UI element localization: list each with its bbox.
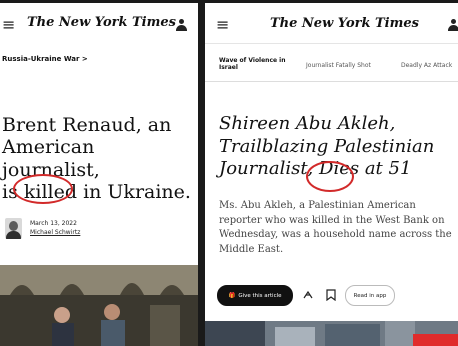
right-headline-line2: Trailblazing Palestinian	[219, 135, 435, 157]
topic-tabs: Wave of Violence in Israel Journalist Fa…	[205, 51, 458, 82]
tab-journalist-shot[interactable]: Journalist Fatally Shot	[306, 62, 371, 69]
right-article-screenshot: ≡ The New York Times Wave of Violence in…	[205, 3, 458, 346]
red-accent-bar	[413, 334, 458, 346]
byline: March 13, 2022 Michael Schwirtz	[30, 219, 80, 237]
tab-deadly-attack[interactable]: Deadly Az Attack	[401, 62, 452, 69]
left-header: ≡ The New York Times	[0, 3, 198, 43]
gift-icon: 🎁	[228, 292, 236, 299]
bookmark-icon	[325, 288, 336, 301]
menu-icon[interactable]: ≡	[2, 15, 15, 34]
author-link[interactable]: Michael Schwirtz	[30, 228, 80, 237]
share-icon	[303, 290, 312, 298]
share-button[interactable]	[298, 285, 317, 304]
section-link[interactable]: Russia-Ukraine War >	[2, 55, 88, 63]
left-masthead[interactable]: The New York Times	[27, 15, 176, 30]
tab-wave-of-violence[interactable]: Wave of Violence in Israel	[219, 57, 289, 71]
author-avatar	[5, 218, 22, 239]
annotation-circle-left	[13, 174, 73, 204]
account-icon[interactable]	[176, 18, 187, 32]
menu-icon[interactable]: ≡	[216, 15, 229, 34]
right-header: ≡ The New York Times	[205, 3, 458, 44]
account-icon[interactable]	[448, 18, 458, 32]
read-in-app-button[interactable]: Read in app	[345, 285, 395, 306]
article-summary: Ms. Abu Akleh, a Palestinian American re…	[219, 200, 452, 255]
left-article-screenshot: ≡ The New York Times Russia-Ukraine War …	[0, 3, 198, 346]
gift-article-button[interactable]: 🎁 Give this article	[217, 285, 293, 306]
publish-date: March 13, 2022	[30, 220, 77, 227]
right-headline-line1: Shireen Abu Akleh,	[219, 113, 396, 134]
right-masthead[interactable]: The New York Times	[270, 16, 419, 31]
annotation-circle-right	[306, 161, 354, 192]
bookmark-button[interactable]	[321, 285, 340, 304]
left-headline-line1: Brent Renaud, an	[2, 114, 172, 136]
left-article-photo	[0, 265, 198, 346]
